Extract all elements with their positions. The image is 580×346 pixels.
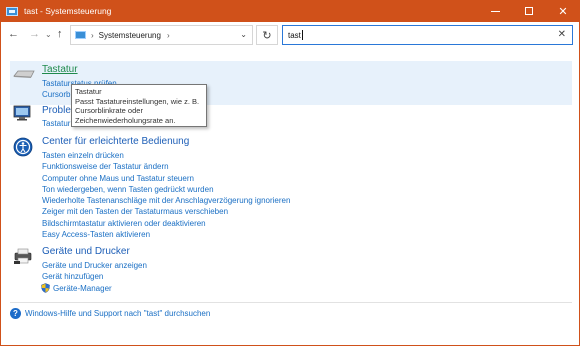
close-button[interactable]: ✕ — [546, 0, 580, 22]
link-toggle-keys[interactable]: Ton wiedergeben, wenn Tasten gedrückt wu… — [42, 184, 290, 195]
search-box[interactable]: tast ✕ — [282, 25, 573, 45]
tooltip-line: Cursorblinkrate oder — [75, 106, 143, 116]
control-panel-icon — [6, 6, 18, 16]
close-icon: ✕ — [558, 5, 568, 18]
breadcrumb-chevron-icon[interactable]: › — [167, 31, 170, 40]
link-filter-keys[interactable]: Wiederholte Tastenanschläge mit der Ansc… — [42, 195, 290, 206]
window-title: tast - Systemsteuerung — [24, 6, 112, 16]
breadcrumb-systemsteuerung[interactable]: Systemsteuerung — [99, 31, 161, 40]
link-easy-access-keys[interactable]: Easy Access-Tasten aktivieren — [42, 229, 290, 240]
breadcrumb-separator-icon[interactable]: › — [91, 31, 94, 40]
refresh-icon: ↻ — [262, 29, 272, 42]
link-show-devices[interactable]: Geräte und Drucker anzeigen — [42, 260, 147, 271]
ease-of-access-title[interactable]: Center für erleichterte Bedienung — [42, 136, 189, 147]
ease-of-access-links: Tasten einzeln drücken Funktionsweise de… — [42, 150, 290, 240]
link-no-mouse-keyboard[interactable]: Computer ohne Maus und Tastatur steuern — [42, 173, 290, 184]
text-caret — [301, 30, 303, 40]
troubleshooting-icon — [13, 105, 31, 121]
control-panel-icon — [75, 31, 86, 39]
address-bar[interactable]: › Systemsteuerung › ⌄ — [70, 25, 253, 45]
clear-search-icon[interactable]: ✕ — [558, 29, 566, 40]
troubleshooting-links: Tastatur — [42, 118, 70, 129]
keyboard-icon — [13, 70, 35, 78]
link-sticky-keys[interactable]: Tasten einzeln drücken — [42, 150, 290, 161]
help-search-link[interactable]: Windows-Hilfe und Support nach "tast" du… — [25, 309, 210, 318]
address-dropdown-icon[interactable]: ⌄ — [240, 30, 247, 39]
recent-locations-button[interactable]: ⌄ — [45, 30, 52, 39]
maximize-button[interactable] — [512, 0, 546, 22]
refresh-button[interactable]: ↻ — [256, 25, 278, 45]
uac-shield-icon — [41, 282, 50, 293]
help-row: ? Windows-Hilfe und Support nach "tast" … — [10, 308, 210, 319]
devices-printers-title[interactable]: Geräte und Drucker — [42, 246, 130, 257]
tooltip-line: Passt Tastatureinstellungen, wie z. B. — [75, 96, 200, 106]
devices-printers-links: Geräte und Drucker anzeigen Gerät hinzuf… — [41, 260, 147, 294]
link-onscreen-keyboard[interactable]: Bildschirmtastatur aktivieren oder deakt… — [42, 218, 290, 229]
keyboard-tooltip: Tastatur Passt Tastatureinstellungen, wi… — [71, 84, 207, 127]
minimize-icon — [490, 10, 500, 12]
keyboard-title[interactable]: Tastatur — [42, 64, 78, 75]
help-divider — [10, 302, 572, 303]
ease-of-access-icon — [13, 137, 33, 157]
link-mouse-keys[interactable]: Zeiger mit den Tasten der Tastaturmaus v… — [42, 206, 290, 217]
link-keyboard-troubleshoot[interactable]: Tastatur — [42, 118, 70, 129]
tooltip-line: Tastatur — [75, 87, 102, 96]
troubleshooting-title[interactable]: Proble — [42, 105, 71, 116]
back-button[interactable]: ← — [8, 28, 19, 40]
minimize-button[interactable] — [478, 0, 512, 22]
search-input[interactable]: tast — [288, 31, 301, 40]
up-button[interactable]: ↑ — [57, 28, 63, 40]
help-icon: ? — [10, 308, 21, 319]
navigation-bar: ← → ⌄ ↑ › Systemsteuerung › ⌄ ↻ tast ✕ — [0, 22, 580, 48]
title-bar: tast - Systemsteuerung ✕ — [0, 0, 580, 22]
tooltip-line: Zeichenwiederholungsrate an. — [75, 115, 176, 125]
printer-icon — [14, 248, 32, 264]
device-manager-label: Geräte-Manager — [53, 283, 112, 293]
forward-button[interactable]: → — [29, 28, 40, 40]
link-keyboard-behavior[interactable]: Funktionsweise der Tastatur ändern — [42, 161, 290, 172]
maximize-icon — [525, 7, 533, 15]
link-device-manager[interactable]: Geräte-Manager — [41, 282, 147, 294]
link-add-device[interactable]: Gerät hinzufügen — [42, 271, 147, 282]
